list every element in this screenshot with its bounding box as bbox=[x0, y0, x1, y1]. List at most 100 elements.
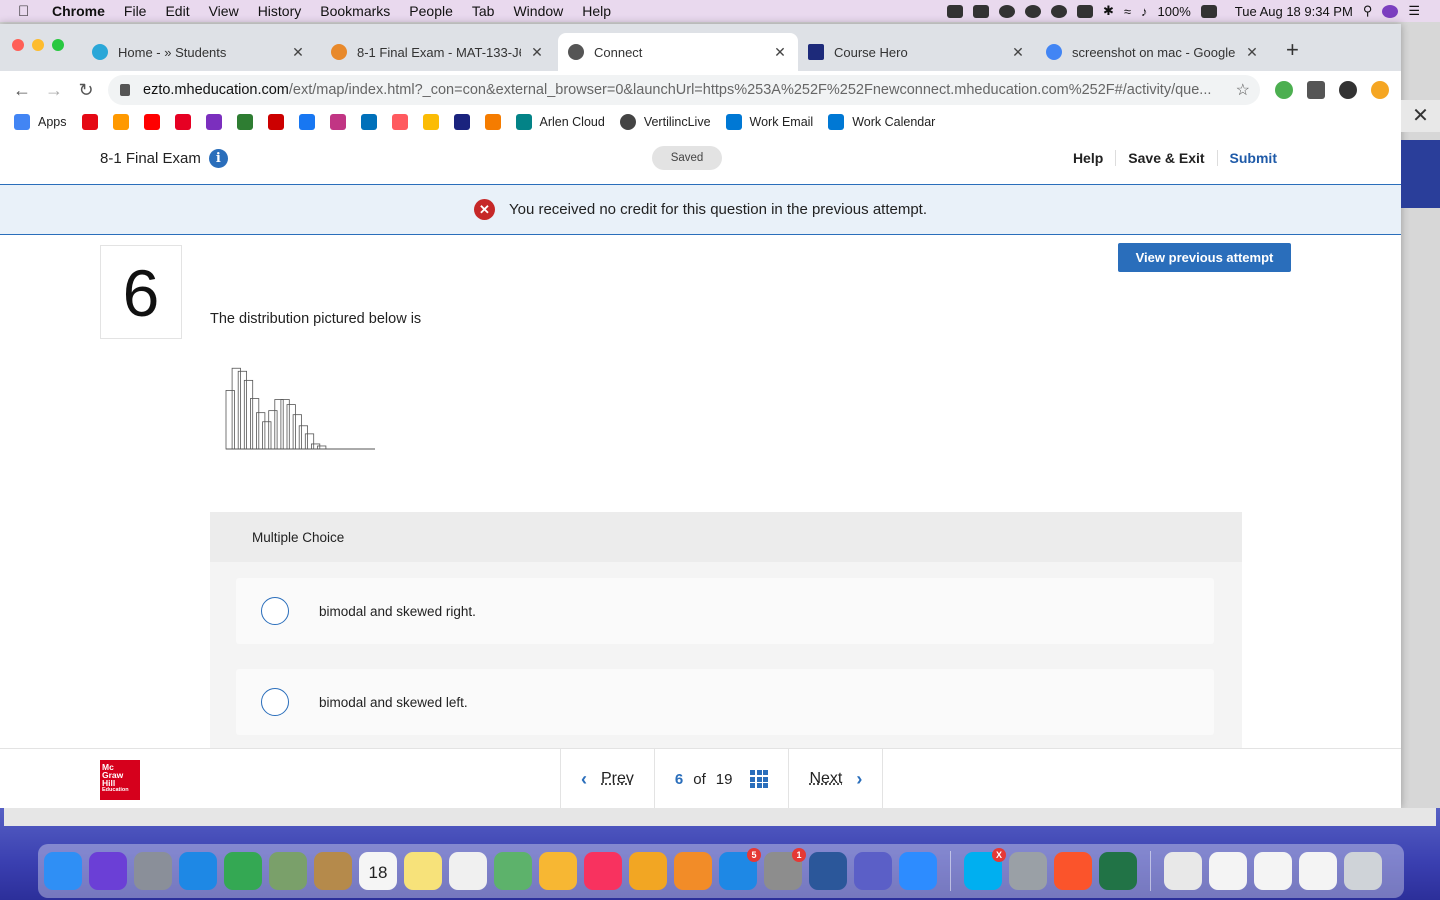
dropbox-icon[interactable] bbox=[972, 4, 989, 18]
wifi-icon[interactable]: ≈ bbox=[1124, 4, 1131, 19]
bookmark-netflix[interactable] bbox=[81, 113, 98, 130]
bookmark-orange-tag[interactable] bbox=[484, 113, 501, 130]
battery-icon[interactable] bbox=[1200, 4, 1217, 18]
apple-menu-icon[interactable]:  bbox=[18, 3, 36, 20]
bookmark-airbnb[interactable] bbox=[391, 113, 408, 130]
bookmark-star-icon[interactable]: ☆ bbox=[1236, 80, 1250, 100]
screen-record-icon[interactable] bbox=[946, 4, 963, 18]
tab-home-students[interactable]: Home - » Students ✕ bbox=[82, 33, 316, 71]
bookmark-paypal[interactable] bbox=[360, 113, 377, 130]
bluetooth-icon[interactable]: ✱ bbox=[1103, 3, 1114, 19]
music-icon[interactable] bbox=[584, 852, 622, 890]
tab-google-search[interactable]: screenshot on mac - Google S ✕ bbox=[1036, 33, 1270, 71]
menubar-clock[interactable]: Tue Aug 18 9:34 PM bbox=[1235, 4, 1353, 19]
siri-icon[interactable] bbox=[89, 852, 127, 890]
bookmark-red-site[interactable] bbox=[267, 113, 284, 130]
excel-icon[interactable] bbox=[1099, 852, 1137, 890]
menu-bookmarks[interactable]: Bookmarks bbox=[320, 3, 390, 19]
trash-icon[interactable] bbox=[1344, 852, 1382, 890]
page-counter[interactable]: 6 of 19 bbox=[653, 749, 789, 808]
prev-button[interactable]: ‹ Prev bbox=[560, 749, 654, 808]
zoom-icon[interactable] bbox=[899, 852, 937, 890]
download-stack-icon[interactable] bbox=[1164, 852, 1202, 890]
radio-button[interactable] bbox=[261, 688, 289, 716]
preview-icon[interactable] bbox=[269, 852, 307, 890]
volume-icon[interactable]: ♪ bbox=[1141, 4, 1148, 19]
reload-icon[interactable]: ↻ bbox=[70, 80, 102, 101]
minimize-window-button[interactable] bbox=[32, 39, 44, 51]
safari-icon[interactable] bbox=[179, 852, 217, 890]
menu-history[interactable]: History bbox=[258, 3, 302, 19]
menu-file[interactable]: File bbox=[124, 3, 147, 19]
info-icon[interactable]: i bbox=[208, 149, 228, 168]
grammarly-extension-icon[interactable] bbox=[1275, 81, 1293, 99]
bookmark-feather[interactable] bbox=[453, 113, 470, 130]
update-icon[interactable] bbox=[1371, 81, 1389, 99]
menu-edit[interactable]: Edit bbox=[165, 3, 189, 19]
doc-stack-3-icon[interactable] bbox=[1299, 852, 1337, 890]
next-button[interactable]: Next › bbox=[788, 749, 884, 808]
image-capture-icon[interactable] bbox=[1009, 852, 1047, 890]
lock-icon[interactable] bbox=[120, 84, 130, 96]
vpn-icon[interactable] bbox=[1050, 4, 1067, 18]
radio-button[interactable] bbox=[261, 597, 289, 625]
menu-help[interactable]: Help bbox=[582, 3, 611, 19]
submit-link[interactable]: Submit bbox=[1216, 150, 1289, 166]
skype-icon[interactable]: X bbox=[964, 848, 1006, 890]
close-window-button[interactable] bbox=[12, 39, 24, 51]
chrome-icon[interactable] bbox=[224, 852, 262, 890]
calendar-icon[interactable]: 18 bbox=[359, 852, 397, 890]
question-grid-icon[interactable] bbox=[750, 770, 769, 788]
option-b[interactable]: bimodal and skewed left. bbox=[236, 669, 1214, 735]
bookmark-vertilinclive[interactable]: VertilincLive bbox=[619, 113, 711, 130]
save-exit-link[interactable]: Save & Exit bbox=[1115, 150, 1216, 166]
bookmark-arlen-cloud[interactable]: Arlen Cloud bbox=[515, 113, 605, 130]
launchpad-icon[interactable] bbox=[134, 852, 172, 890]
creative-cloud-icon[interactable] bbox=[998, 4, 1015, 18]
view-previous-attempt-button[interactable]: View previous attempt bbox=[1118, 243, 1291, 272]
zoom-window-button[interactable] bbox=[52, 39, 64, 51]
option-a[interactable]: bimodal and skewed right. bbox=[236, 578, 1214, 644]
bookmark-pinterest[interactable] bbox=[174, 113, 191, 130]
bookmark-amazon[interactable] bbox=[112, 113, 129, 130]
reminders-icon[interactable] bbox=[449, 852, 487, 890]
tab-final-exam[interactable]: 8-1 Final Exam - MAT-133-J68 ✕ bbox=[321, 33, 555, 71]
menu-app-name[interactable]: Chrome bbox=[52, 3, 105, 19]
word-icon[interactable] bbox=[809, 852, 847, 890]
tab-connect[interactable]: Connect ✕ bbox=[558, 33, 798, 71]
tab-close-icon[interactable]: ✕ bbox=[290, 44, 306, 61]
bookmark-work-calendar[interactable]: Work Calendar bbox=[828, 113, 935, 130]
teams-icon[interactable] bbox=[854, 852, 892, 890]
address-bar[interactable]: ezto.mheducation.com /ext/map/index.html… bbox=[108, 75, 1260, 105]
tab-close-icon[interactable]: ✕ bbox=[529, 44, 545, 61]
doc-stack-2-icon[interactable] bbox=[1254, 852, 1292, 890]
help-link[interactable]: Help bbox=[1061, 150, 1115, 166]
bookmark-youtube[interactable] bbox=[143, 113, 160, 130]
contacts-icon[interactable] bbox=[314, 852, 352, 890]
system-preferences-icon[interactable]: 1 bbox=[764, 848, 806, 890]
bookmark-instagram[interactable] bbox=[329, 113, 346, 130]
bookmark-google-photos[interactable] bbox=[422, 113, 439, 130]
bookmark-grammarly[interactable] bbox=[236, 113, 253, 130]
new-tab-plus-icon[interactable]: + bbox=[1286, 37, 1299, 63]
bookmark-peace[interactable] bbox=[205, 113, 222, 130]
menu-view[interactable]: View bbox=[209, 3, 239, 19]
keynote-icon[interactable] bbox=[629, 852, 667, 890]
profile-avatar[interactable] bbox=[1339, 81, 1357, 99]
airplay-icon[interactable] bbox=[1076, 4, 1093, 18]
forward-arrow-icon[interactable]: → bbox=[38, 80, 70, 101]
menu-window[interactable]: Window bbox=[513, 3, 563, 19]
cloud-icon[interactable] bbox=[1024, 4, 1041, 18]
books-icon[interactable] bbox=[674, 852, 712, 890]
tab-close-icon[interactable]: ✕ bbox=[1010, 44, 1026, 61]
bookmark-work-email[interactable]: Work Email bbox=[725, 113, 813, 130]
siri-icon[interactable] bbox=[1382, 4, 1399, 18]
photos-icon[interactable] bbox=[539, 852, 577, 890]
spotlight-search-icon[interactable]: ⚲ bbox=[1363, 3, 1373, 19]
tab-close-icon[interactable]: ✕ bbox=[772, 44, 788, 61]
maps-icon[interactable] bbox=[494, 852, 532, 890]
menu-people[interactable]: People bbox=[409, 3, 453, 19]
finder-icon[interactable] bbox=[44, 852, 82, 890]
doc-stack-1-icon[interactable] bbox=[1209, 852, 1247, 890]
notes-icon[interactable] bbox=[404, 852, 442, 890]
